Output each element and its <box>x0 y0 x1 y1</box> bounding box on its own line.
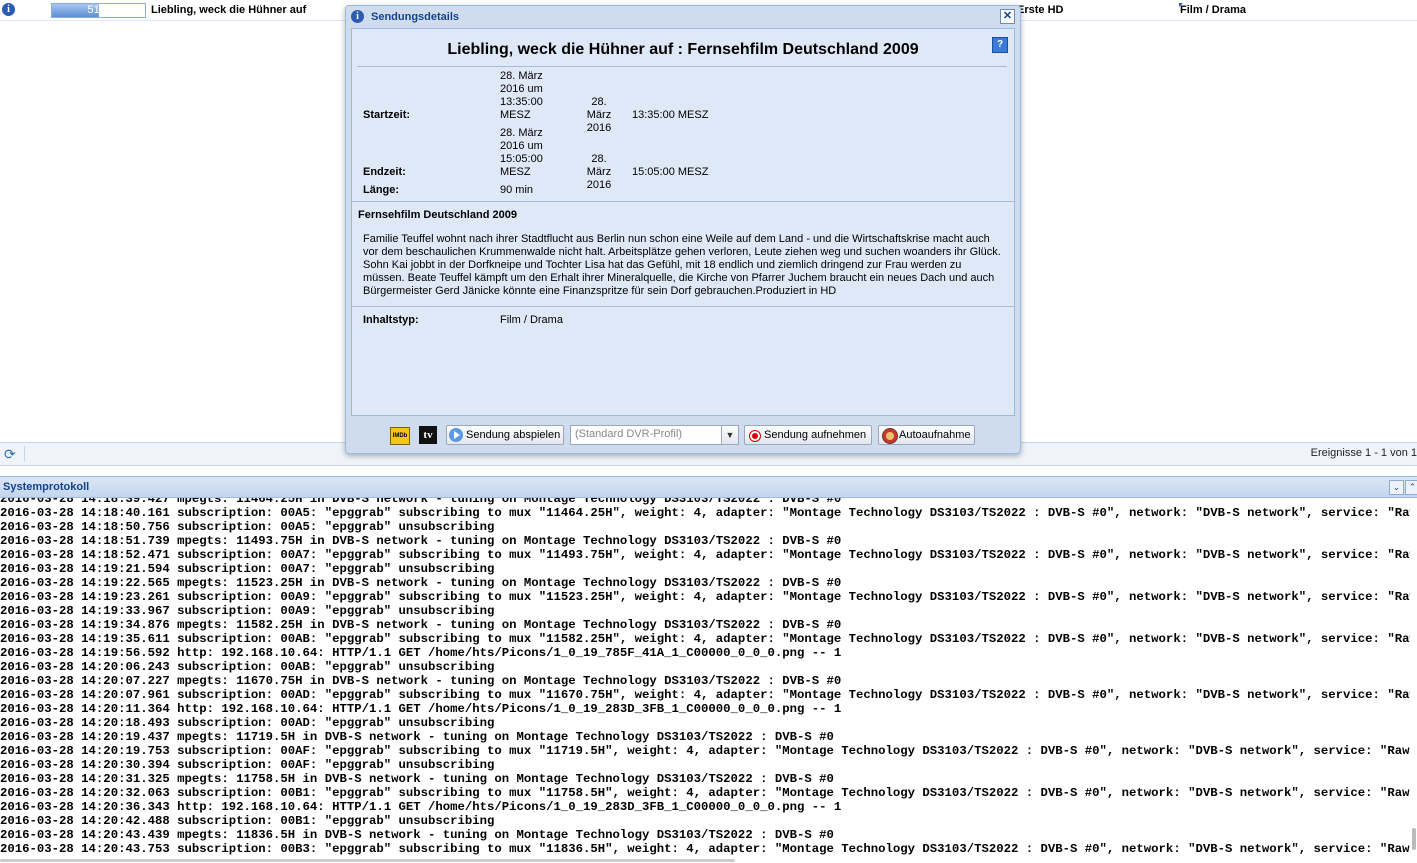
scroll-thumb[interactable] <box>0 859 735 862</box>
play-broadcast-button[interactable]: Sendung abspielen <box>446 425 564 445</box>
log-line: 2016-03-28 14:18:40.161 subscription: 00… <box>0 506 1410 520</box>
auto-record-icon <box>882 428 898 444</box>
log-line: 2016-03-28 14:20:31.325 mpegts: 11758.5H… <box>0 772 834 786</box>
content-type-value: Film / Drama <box>500 314 563 326</box>
log-line: 2016-03-28 14:19:22.565 mpegts: 11523.25… <box>0 576 842 590</box>
log-line: 2016-03-28 14:18:39.427 mpegts: 11464.25… <box>0 498 842 506</box>
record-broadcast-button[interactable]: Sendung aufnehmen <box>744 425 872 445</box>
log-line: 2016-03-28 14:20:18.493 subscription: 00… <box>0 716 495 730</box>
log-line: 2016-03-28 14:19:34.876 mpegts: 11582.25… <box>0 618 842 632</box>
end-stacked-line: 28. März <box>500 127 543 139</box>
epg-genre: Film / Drama <box>1180 4 1247 16</box>
end-date: 28. März 2016 <box>578 153 620 192</box>
imdb-icon[interactable]: IMDb <box>390 427 410 445</box>
log-body[interactable]: 2016-03-28 14:18:39.427 mpegts: 11464.25… <box>0 498 1410 863</box>
tv-guide-icon[interactable]: tv <box>419 426 437 444</box>
divider <box>357 66 1007 67</box>
dialog-body: Liebling, weck die Hühner auf : Fernsehf… <box>351 28 1015 416</box>
start-stacked-line: 28. März <box>500 70 543 82</box>
auto-record-button[interactable]: Autoaufnahme <box>878 425 975 445</box>
log-line: 2016-03-28 14:19:33.967 subscription: 00… <box>0 604 495 618</box>
auto-record-label: Autoaufnahme <box>899 429 971 441</box>
log-vertical-scrollbar[interactable] <box>1410 498 1417 863</box>
log-line: 2016-03-28 14:20:43.439 mpegts: 11836.5H… <box>0 828 834 842</box>
start-stacked-line: 2016 um <box>500 83 543 95</box>
log-line: 2016-03-28 14:20:07.227 mpegts: 11670.75… <box>0 674 842 688</box>
divider <box>352 201 1014 202</box>
end-stacked-line: 15:05:00 <box>500 153 543 165</box>
toolbar-separator <box>24 446 25 462</box>
end-time: 15:05:00 MESZ <box>632 166 709 178</box>
log-line: 2016-03-28 14:19:21.594 subscription: 00… <box>0 562 495 576</box>
info-icon: i <box>351 10 364 23</box>
end-date-line: 2016 <box>586 179 612 191</box>
play-label: Sendung abspielen <box>466 429 561 441</box>
expand-icon[interactable]: ⌃ <box>1405 480 1417 495</box>
log-header: Systemprotokoll ⌄ ⌃ <box>0 476 1417 498</box>
log-line: 2016-03-28 14:20:42.488 subscription: 00… <box>0 814 495 828</box>
start-time: 13:35:00 MESZ <box>632 109 709 121</box>
progress-bar: 51% <box>51 3 146 18</box>
start-date-line: 2016 <box>586 122 612 134</box>
dvr-profile-select[interactable]: (Standard DVR-Profil) ▼ <box>570 425 739 445</box>
start-label: Startzeit: <box>363 109 411 121</box>
end-date-line: 28. März <box>586 153 612 178</box>
scroll-thumb[interactable] <box>1412 828 1416 850</box>
record-label: Sendung aufnehmen <box>764 429 867 441</box>
content-type-label: Inhaltstyp: <box>363 314 419 326</box>
start-date-line: 28. März <box>586 96 612 121</box>
broadcast-details-dialog: i Sendungsdetails ✕ Liebling, weck die H… <box>345 5 1021 454</box>
log-line: 2016-03-28 14:20:11.364 http: 192.168.10… <box>0 702 842 716</box>
collapse-icon[interactable]: ⌄ <box>1389 480 1404 495</box>
log-line: 2016-03-28 14:19:35.611 subscription: 00… <box>0 632 1410 646</box>
log-line: 2016-03-28 14:20:32.063 subscription: 00… <box>0 786 1410 800</box>
start-stacked: 28. März 2016 um 13:35:00 MESZ <box>500 70 543 122</box>
progress-text: 51% <box>87 4 110 16</box>
log-lines: 2016-03-28 14:18:39.427 mpegts: 11464.25… <box>0 498 1410 856</box>
dvr-profile-value: (Standard DVR-Profil) <box>575 428 682 440</box>
start-stacked-line: 13:35:00 <box>500 96 543 108</box>
end-stacked-line: MESZ <box>500 166 531 178</box>
log-line: 2016-03-28 14:20:07.961 subscription: 00… <box>0 688 1410 702</box>
log-line: 2016-03-28 14:20:19.437 mpegts: 11719.5H… <box>0 730 834 744</box>
length-value: 90 min <box>500 184 534 196</box>
log-line: 2016-03-28 14:20:19.753 subscription: 00… <box>0 744 1410 758</box>
dialog-footer: IMDb tv Sendung abspielen (Standard DVR-… <box>346 422 1020 450</box>
log-line: 2016-03-28 14:20:06.243 subscription: 00… <box>0 660 495 674</box>
refresh-icon[interactable]: ⟳ <box>4 447 18 461</box>
dialog-header[interactable]: i Sendungsdetails ✕ <box>346 6 1020 28</box>
end-stacked: 28. März 2016 um 15:05:00 MESZ <box>500 127 543 179</box>
system-log-panel: Systemprotokoll ⌄ ⌃ 2016-03-28 14:18:39.… <box>0 476 1417 863</box>
start-stacked-line: MESZ <box>500 109 531 121</box>
dialog-title: Sendungsdetails <box>371 11 460 23</box>
end-stacked-line: 2016 um <box>500 140 543 152</box>
play-icon <box>449 428 463 442</box>
divider <box>352 306 1014 307</box>
start-date: 28. März 2016 <box>578 96 620 135</box>
log-line: 2016-03-28 14:20:30.394 subscription: 00… <box>0 758 495 772</box>
end-label: Endzeit: <box>363 166 406 178</box>
record-icon <box>749 430 761 442</box>
chevron-down-icon[interactable]: ▼ <box>721 426 738 444</box>
description-text: Familie Teuffel wohnt nach ihrer Stadtfl… <box>363 233 1001 297</box>
broadcast-heading: Liebling, weck die Hühner auf : Fernsehf… <box>447 41 919 58</box>
log-horizontal-scrollbar[interactable] <box>0 858 1410 863</box>
log-line: 2016-03-28 14:19:56.592 http: 192.168.10… <box>0 646 842 660</box>
info-icon[interactable]: i <box>2 3 15 16</box>
close-button[interactable]: ✕ <box>1000 9 1015 24</box>
length-label: Länge: <box>363 184 400 196</box>
log-line: 2016-03-28 14:20:43.753 subscription: 00… <box>0 842 1410 856</box>
log-line: 2016-03-28 14:18:51.739 mpegts: 11493.75… <box>0 534 842 548</box>
epg-channel: Erste HD <box>1017 4 1064 16</box>
log-line: 2016-03-28 14:20:36.343 http: 192.168.10… <box>0 800 842 814</box>
log-line: 2016-03-28 14:19:23.261 subscription: 00… <box>0 590 1410 604</box>
epg-title: Liebling, weck die Hühner auf <box>151 4 307 16</box>
event-count: Ereignisse 1 - 1 von 1 <box>1310 447 1417 459</box>
log-line: 2016-03-28 14:18:50.756 subscription: 00… <box>0 520 495 534</box>
help-button[interactable]: ? <box>992 37 1008 53</box>
log-line: 2016-03-28 14:18:52.471 subscription: 00… <box>0 548 1410 562</box>
log-title: Systemprotokoll <box>3 481 90 493</box>
description-title: Fernsehfilm Deutschland 2009 <box>358 209 517 221</box>
